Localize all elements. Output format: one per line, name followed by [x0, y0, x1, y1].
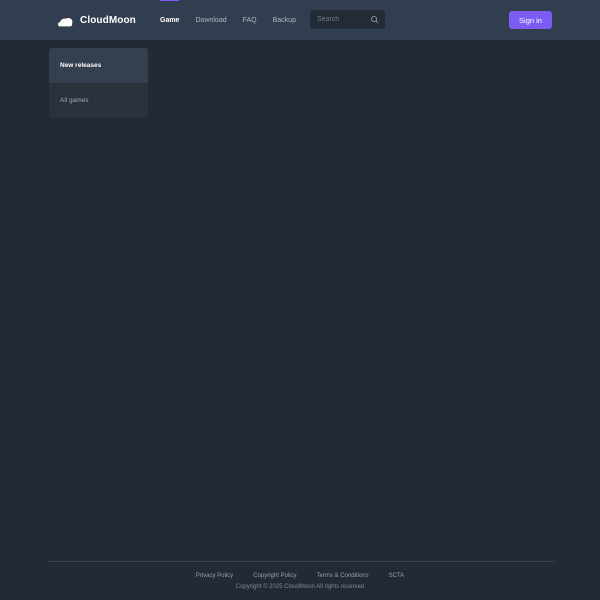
- top-navigation-bar: CloudMoon Game Download FAQ Backup Sign …: [0, 0, 600, 40]
- nav-item-faq[interactable]: FAQ: [243, 17, 257, 24]
- copyright-policy-link[interactable]: Copyright Policy: [253, 573, 296, 579]
- footer-links: Privacy Policy Copyright Policy Terms & …: [0, 573, 600, 579]
- privacy-policy-link[interactable]: Privacy Policy: [196, 573, 233, 579]
- nav-item-game[interactable]: Game: [160, 17, 179, 24]
- search-icon[interactable]: [370, 15, 379, 24]
- brand[interactable]: CloudMoon: [56, 11, 136, 29]
- sign-in-button[interactable]: Sign in: [509, 11, 552, 29]
- sidebar-item-all-games[interactable]: All games: [49, 83, 148, 118]
- search-box[interactable]: [310, 10, 385, 29]
- copyright-text: Copyright © 2025 CloudMoon All rights re…: [235, 584, 365, 590]
- search-input[interactable]: [317, 16, 365, 23]
- scta-link[interactable]: SCTA: [389, 573, 405, 579]
- terms-conditions-link[interactable]: Terms & Conditions: [317, 573, 369, 579]
- sidebar: New releases All games: [49, 48, 148, 118]
- main-nav: Game Download FAQ Backup: [160, 0, 312, 40]
- cloudmoon-logo-icon: [56, 11, 76, 29]
- nav-item-backup[interactable]: Backup: [273, 17, 296, 24]
- brand-name: CloudMoon: [80, 14, 136, 26]
- sidebar-item-new-releases[interactable]: New releases: [49, 48, 148, 83]
- nav-item-download[interactable]: Download: [195, 17, 226, 24]
- footer-divider: [47, 561, 555, 562]
